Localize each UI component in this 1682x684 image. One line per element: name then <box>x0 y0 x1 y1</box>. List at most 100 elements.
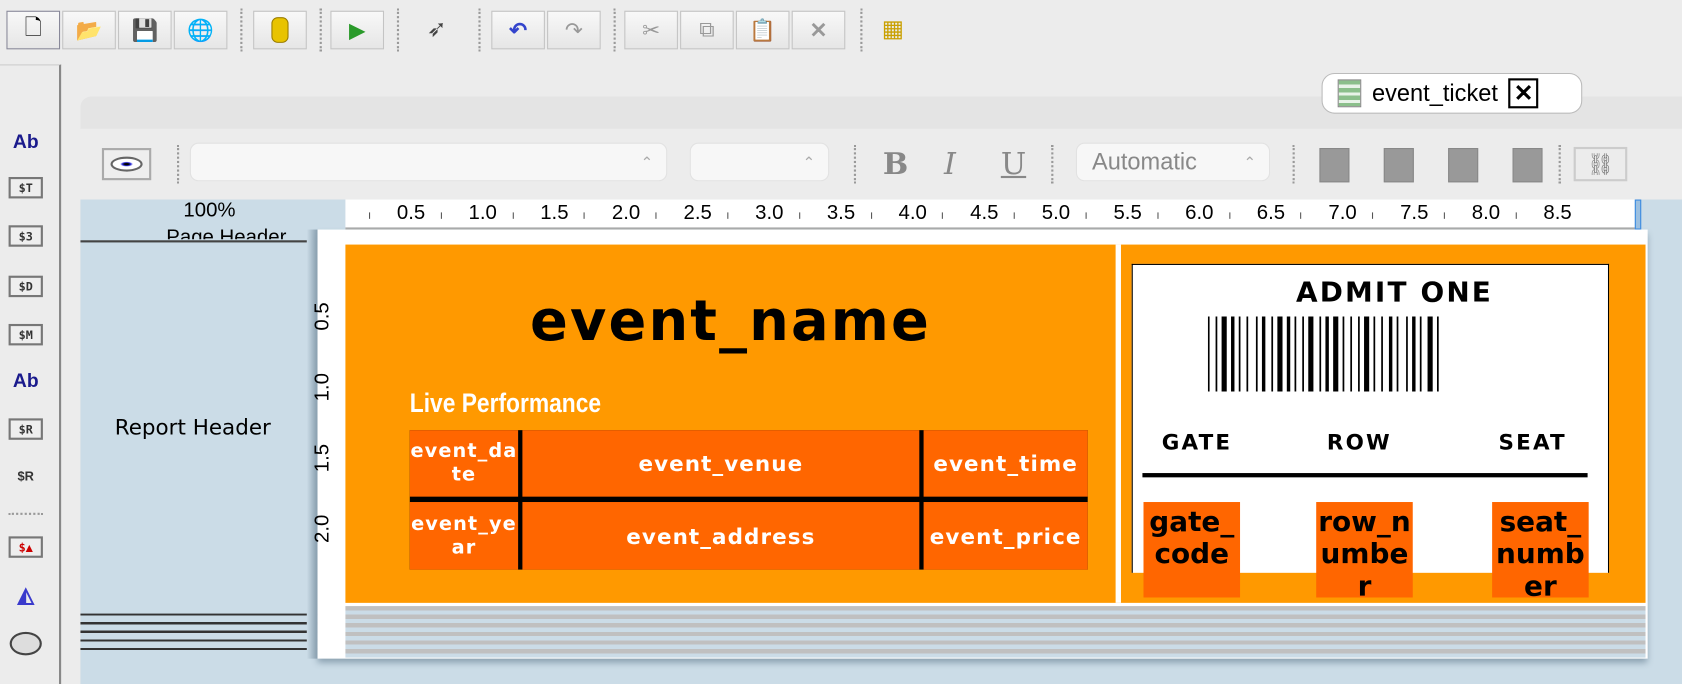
row-number-field[interactable]: row_number <box>1316 502 1413 598</box>
preview-toggle[interactable] <box>101 148 152 181</box>
run-button[interactable]: ▶ <box>330 10 385 50</box>
datasource-button[interactable] <box>253 10 307 50</box>
barcode-bar <box>1436 316 1439 392</box>
label-tool[interactable]: Ab <box>9 129 43 155</box>
barcode-bar <box>1238 316 1241 392</box>
italic-button[interactable]: I <box>944 146 956 181</box>
row-label[interactable]: ROW <box>1327 429 1392 455</box>
stepper-icon: ⌃ <box>802 153 816 171</box>
subtitle-label[interactable]: Live Performance <box>410 388 601 419</box>
text-label-icon: Ab <box>12 130 39 152</box>
date-field-tool[interactable]: $D <box>8 275 43 298</box>
align-right-button[interactable] <box>1448 148 1479 183</box>
report-file-icon <box>1337 79 1362 108</box>
ruler-tick-label: 1.5 <box>540 201 569 225</box>
resource-field-icon: $R <box>18 422 33 437</box>
barcode-bar <box>1406 316 1408 392</box>
paste-icon: 📋 <box>749 18 777 43</box>
barcode[interactable] <box>1207 316 1493 392</box>
align-center-button[interactable] <box>1383 148 1414 183</box>
ruler-tick-label: 2.0 <box>311 514 334 544</box>
link-button[interactable]: ⛓ <box>1573 146 1628 182</box>
ellipse-tool[interactable] <box>9 631 43 657</box>
eye-icon <box>110 156 143 172</box>
new-report-button[interactable]: 🗋 <box>6 10 61 50</box>
font-size-select[interactable]: ⌃ <box>689 142 830 182</box>
ruler-tick-label: 7.0 <box>1328 201 1357 225</box>
save-button[interactable]: 💾 <box>117 10 172 50</box>
band-label-report-header[interactable]: Report Header <box>115 414 271 440</box>
right-margin-handle[interactable] <box>1634 199 1642 230</box>
event-venue-field[interactable]: event_venue <box>522 430 920 497</box>
delete-icon: ✕ <box>809 18 828 43</box>
number-field-icon: $3 <box>18 229 33 243</box>
barcode-bar <box>1221 316 1227 392</box>
event-address-field[interactable]: event_address <box>522 502 920 570</box>
barcode-bar <box>1419 316 1422 392</box>
resource-label-icon: Ab <box>12 369 39 391</box>
color-select[interactable]: Automatic ⌃ <box>1075 142 1271 182</box>
zoom-level[interactable]: 100% <box>183 200 235 224</box>
text-field-tool[interactable]: $T <box>8 176 43 199</box>
select-pointer-button[interactable]: ➶ <box>427 15 447 43</box>
seat-number-field[interactable]: seat_number <box>1492 502 1589 598</box>
barcode-bar <box>1255 316 1258 392</box>
resource-message-tool[interactable]: $R <box>9 463 43 489</box>
text-field-icon: $T <box>18 180 33 195</box>
tab-event-ticket[interactable]: event_ticket ✕ <box>1321 72 1583 114</box>
stepper-icon: ⌃ <box>1243 153 1257 171</box>
resource-field-tool[interactable]: $R <box>8 418 43 440</box>
barcode-bar <box>1388 316 1393 392</box>
tab-close-button[interactable]: ✕ <box>1508 78 1539 109</box>
barcode-bar <box>1215 316 1218 392</box>
undo-button[interactable]: ↶ <box>491 10 545 50</box>
image-tool[interactable]: ◭ <box>9 581 43 607</box>
link-icon: ⛓ <box>1586 152 1615 177</box>
horizontal-ruler: 0.5 1.0 1.5 2.0 2.5 3.0 3.5 4.0 4.5 5.0 5.5 6.0 6.5 7… <box>345 199 1636 230</box>
barcode-bar <box>1373 316 1376 392</box>
font-family-select[interactable]: ⌃ <box>189 142 668 182</box>
image-field-tool[interactable]: $▲ <box>8 536 43 558</box>
redo-button[interactable]: ↷ <box>547 10 601 50</box>
message-field-tool[interactable]: $M <box>8 323 43 346</box>
barcode-bar <box>1325 316 1329 392</box>
delete-button[interactable]: ✕ <box>791 10 846 50</box>
ruler-tick-label: 6.0 <box>1185 201 1214 225</box>
undo-icon: ↶ <box>509 18 528 43</box>
data-table-button[interactable]: ▦ <box>882 15 904 43</box>
gate-label[interactable]: GATE <box>1162 429 1232 455</box>
resource-label-tool[interactable]: Ab <box>9 368 43 394</box>
paste-button[interactable]: 📋 <box>735 10 790 50</box>
event-time-field[interactable]: event_time <box>923 430 1088 497</box>
barcode-bar <box>1358 316 1360 392</box>
barcode-bar <box>1261 316 1266 392</box>
ruler-tick-label: 5.5 <box>1113 201 1142 225</box>
event-date-field[interactable]: event_date <box>409 430 519 497</box>
barcode-bar <box>1396 316 1399 392</box>
ruler-tick-label: 1.5 <box>311 443 334 473</box>
barcode-bar <box>1207 316 1210 392</box>
date-field-icon: $D <box>18 279 33 294</box>
message-field-icon: $M <box>18 327 33 342</box>
number-field-tool[interactable]: $3 <box>8 225 43 247</box>
open-button[interactable]: 📂 <box>62 10 116 50</box>
barcode-bar <box>1277 316 1283 392</box>
align-left-button[interactable] <box>1319 148 1350 183</box>
event-price-field[interactable]: event_price <box>923 502 1088 570</box>
align-justify-button[interactable] <box>1512 148 1543 183</box>
bold-button[interactable]: B <box>883 146 908 181</box>
event-year-field[interactable]: event_year <box>409 502 519 570</box>
ruler-tick-label: 2.5 <box>683 201 712 225</box>
underline-button[interactable]: U <box>1001 146 1026 181</box>
cut-button[interactable]: ✂ <box>624 10 678 50</box>
ruler-tick-label: 5.0 <box>1041 201 1071 225</box>
gate-code-field[interactable]: gate_code <box>1143 502 1241 598</box>
ruler-tick-label: 0.5 <box>396 201 426 225</box>
admit-one-label[interactable]: ADMIT ONE <box>1132 277 1658 309</box>
seat-label[interactable]: SEAT <box>1499 429 1567 455</box>
publish-button[interactable]: 🌐 <box>173 10 228 50</box>
collapsed-band-lines <box>80 613 346 657</box>
ruler-tick-label: 7.5 <box>1400 201 1429 225</box>
copy-button[interactable]: ⧉ <box>680 10 734 50</box>
event-name-field[interactable]: event_name <box>345 290 1115 354</box>
